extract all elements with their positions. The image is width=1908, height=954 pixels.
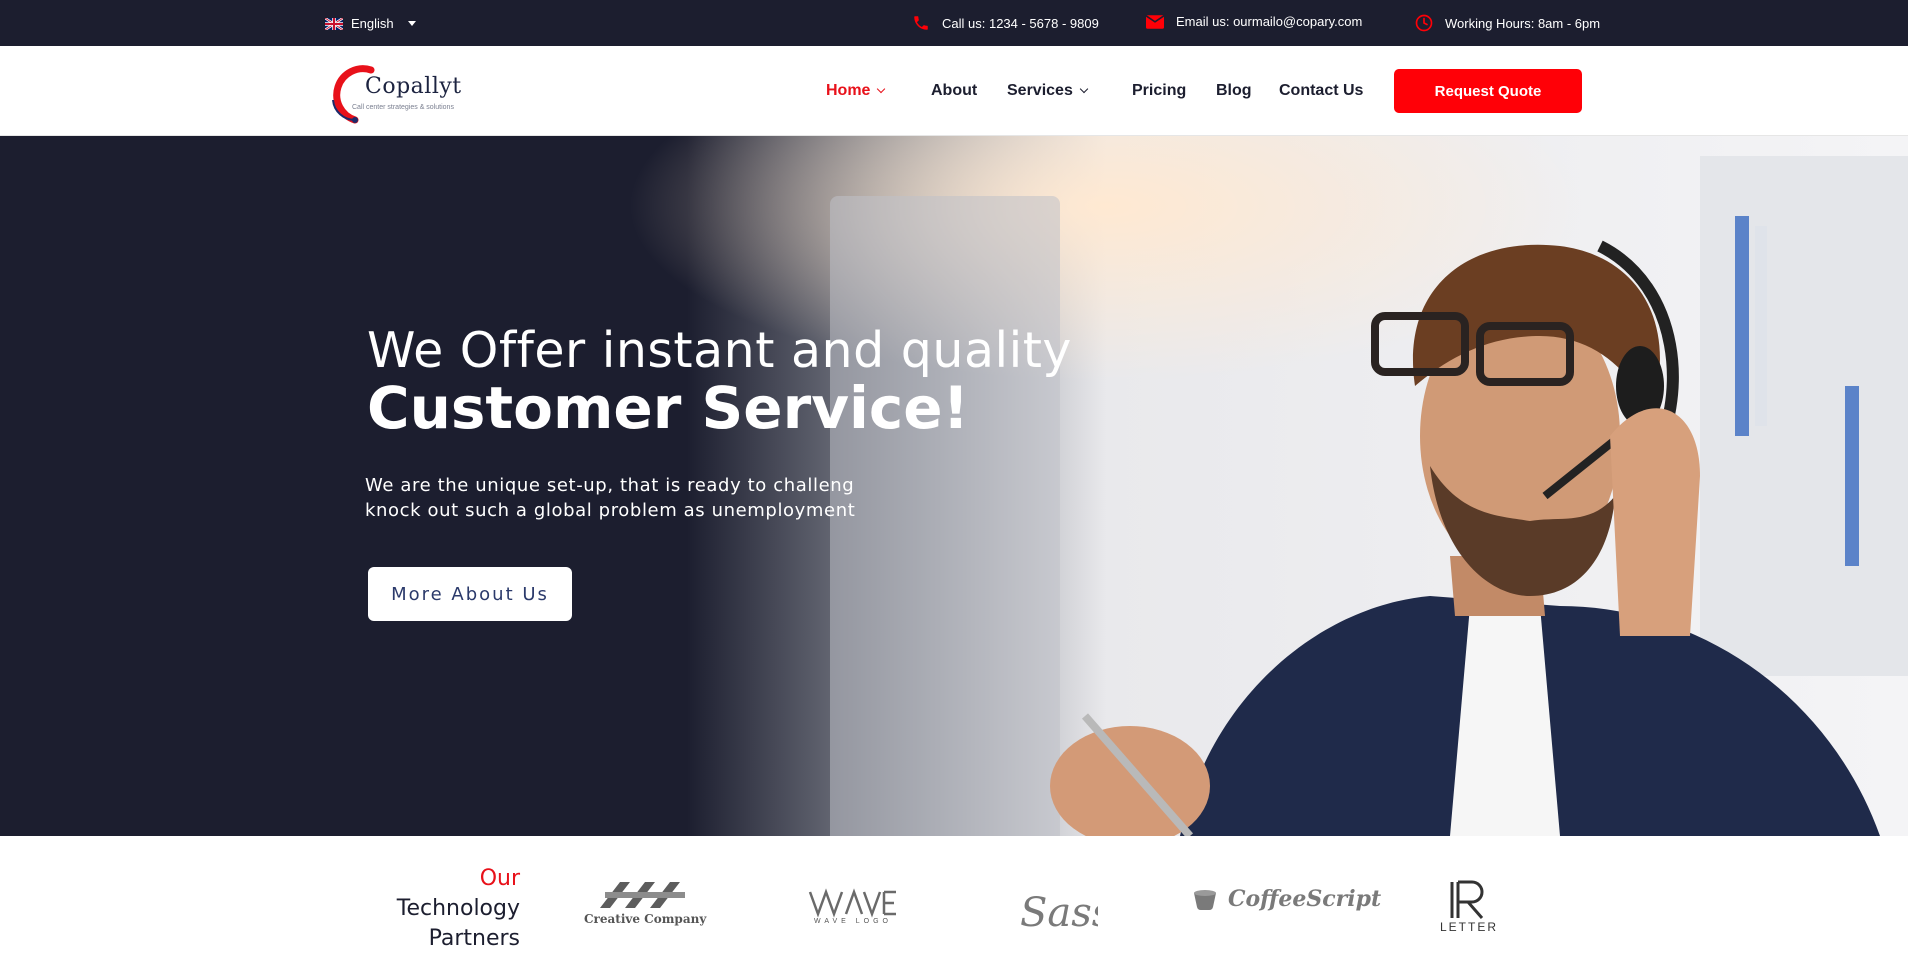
hero-subtext: We are the unique set-up, that is ready … — [365, 473, 855, 523]
nav-contact-label: Contact Us — [1279, 82, 1364, 99]
email-info[interactable]: Email us: ourmailo@copary.com — [1146, 14, 1362, 29]
main-navigation: Copallyt Call center strategies & soluti… — [0, 46, 1908, 136]
partner-logo-coffeescript[interactable]: CoffeeScript — [1192, 886, 1381, 912]
nav-services[interactable]: Services — [1007, 82, 1089, 100]
sass-logo-text: Sass — [1020, 890, 1098, 936]
letter-logo — [1450, 880, 1484, 919]
top-bar: English Call us: 1234 - 5678 - 9809 Emai… — [0, 0, 1908, 46]
partners-title: Our Technology Partners — [397, 864, 520, 954]
nav-about[interactable]: About — [931, 82, 977, 100]
nav-pricing[interactable]: Pricing — [1132, 82, 1186, 100]
request-quote-button[interactable]: Request Quote — [1394, 69, 1582, 113]
partners-title-line-1: Our — [479, 866, 520, 891]
brand-name: Copallyt — [365, 74, 462, 99]
partners-title-line-2: Technology — [396, 896, 520, 921]
brand-logo[interactable]: Copallyt Call center strategies & soluti… — [325, 60, 485, 124]
nav-blog[interactable]: Blog — [1216, 82, 1252, 100]
wave-logo — [808, 888, 896, 918]
coffee-cup-icon — [1194, 890, 1216, 911]
hero-subtext-line-1: We are the unique set-up, that is ready … — [365, 475, 855, 496]
hero-heading-light: We Offer instant and quality — [367, 322, 1072, 379]
partner-logo-letter[interactable]: LETTER — [1440, 880, 1498, 934]
partner-logo-sass[interactable]: Sass — [1018, 882, 1098, 937]
nav-about-label: About — [931, 82, 978, 99]
brand-tagline: Call center strategies & solutions — [352, 104, 454, 111]
partner-caption: CoffeeScript — [1228, 886, 1382, 912]
more-about-us-button[interactable]: More About Us — [368, 567, 572, 621]
clock-icon — [1415, 14, 1433, 32]
sass-logo: Sass — [1020, 890, 1098, 936]
hero-subtext-line-2: knock out such a global problem as unemp… — [365, 500, 856, 521]
partner-caption: LETTER — [1440, 920, 1499, 934]
hours-info: Working Hours: 8am - 6pm — [1415, 14, 1600, 32]
chevron-down-icon — [407, 21, 416, 26]
chevron-down-icon — [877, 84, 886, 94]
partner-caption: Creative Company — [584, 912, 707, 926]
language-label: English — [351, 16, 394, 31]
partner-logo-wave[interactable]: WAVE LOGO — [808, 888, 898, 925]
nav-pricing-label: Pricing — [1132, 82, 1187, 99]
phone-text: Call us: 1234 - 5678 - 9809 — [942, 15, 1099, 31]
hero-section: We Offer instant and quality Customer Se… — [0, 136, 1908, 836]
technology-partners: Our Technology Partners Creative Company… — [0, 836, 1908, 951]
phone-info[interactable]: Call us: 1234 - 5678 - 9809 — [912, 14, 1099, 32]
hero-content: We Offer instant and quality Customer Se… — [0, 136, 1908, 836]
language-selector[interactable]: English — [325, 16, 416, 31]
partners-title-line-3: Partners — [428, 926, 520, 951]
uk-flag-icon — [325, 17, 343, 30]
hours-text: Working Hours: 8am - 6pm — [1445, 15, 1601, 31]
nav-contact[interactable]: Contact Us — [1279, 82, 1363, 100]
envelope-icon — [1146, 14, 1164, 29]
email-text: Email us: ourmailo@copary.com — [1176, 14, 1363, 29]
nav-blog-label: Blog — [1216, 82, 1252, 99]
phone-icon — [914, 16, 928, 30]
nav-services-label: Services — [1007, 82, 1073, 99]
creative-company-logo — [600, 882, 686, 908]
chevron-down-icon — [1079, 84, 1089, 94]
hero-heading-bold: Customer Service! — [367, 374, 970, 442]
nav-home[interactable]: Home — [826, 82, 886, 100]
partner-caption: WAVE LOGO — [813, 918, 892, 925]
nav-home-label: Home — [826, 82, 871, 99]
partner-logo-creative-company[interactable]: Creative Company — [584, 878, 706, 926]
